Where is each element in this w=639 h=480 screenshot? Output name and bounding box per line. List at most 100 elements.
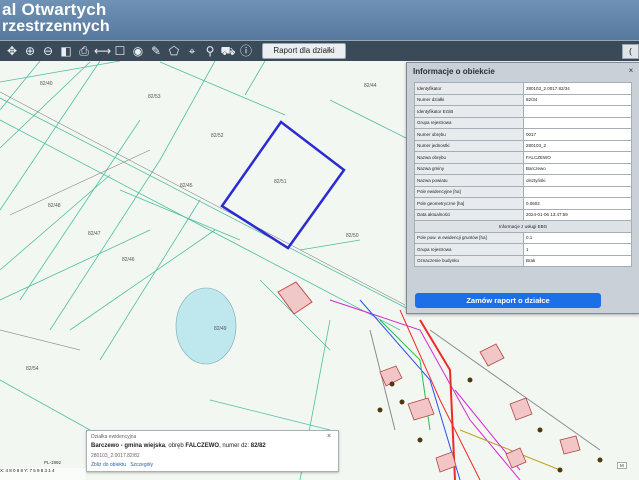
parcel-popup: Działka ewidencyjna × Barczewo - gmina w… bbox=[86, 430, 339, 472]
row-value bbox=[523, 116, 632, 129]
popup-gmina: Barczewo - gmina wiejska bbox=[91, 443, 166, 449]
table-row: Grupa rejestrowa bbox=[414, 116, 632, 129]
row-value: 0.1 bbox=[523, 231, 632, 244]
popup-links: Zbliż do obiektu Szczegóły bbox=[91, 462, 153, 468]
row-key: Pole ewidencyjne [ha] bbox=[414, 185, 524, 198]
parcel-label: 82/48 bbox=[48, 203, 61, 209]
parcel-label: 82/52 bbox=[211, 133, 224, 139]
popup-title: Działka ewidencyjna bbox=[91, 434, 137, 440]
select-icon[interactable]: ☐ bbox=[112, 43, 128, 59]
camera-icon[interactable]: ◉ bbox=[130, 43, 146, 59]
parcel-label: 82/45 bbox=[180, 183, 193, 189]
row-key: Identyfikator bbox=[414, 82, 524, 95]
header-title-line2: rzestrzennych bbox=[2, 18, 110, 35]
layers-icon[interactable]: ◧ bbox=[58, 43, 74, 59]
panel-title: Informacje o obiekcie bbox=[413, 67, 495, 76]
link-details[interactable]: Szczegóły bbox=[130, 462, 153, 468]
popup-obreb: FALCZEWO bbox=[185, 443, 220, 449]
table-row: Nazwa gminy Barczewo bbox=[414, 162, 632, 175]
row-value: 82/34 bbox=[523, 93, 632, 106]
zoom-in-icon[interactable]: ⊕ bbox=[22, 43, 38, 59]
row-value: 2024-01-06 13:47:59 bbox=[523, 208, 632, 221]
target-icon[interactable]: ⌖ bbox=[184, 43, 200, 59]
row-value: FALCZEWO bbox=[523, 151, 632, 164]
corner-button[interactable]: ( bbox=[622, 44, 639, 59]
row-key: Numer obrębu bbox=[414, 128, 524, 141]
row-key: Nazwa obrębu bbox=[414, 151, 524, 164]
map-corner-button[interactable]: M bbox=[617, 462, 627, 469]
row-key: Numer jednostki bbox=[414, 139, 524, 152]
row-key: Nazwa gminy bbox=[414, 162, 524, 175]
zoom-out-icon[interactable]: ⊖ bbox=[40, 43, 56, 59]
section-title: Informacje z usługi EBG bbox=[414, 220, 632, 233]
table-row: Numer obrębu 0017 bbox=[414, 128, 632, 141]
coords-readout: X: 4 8 0 8 8 Y: 7 5 9 8 3 1 4 bbox=[0, 468, 86, 480]
row-value: 0.0602 bbox=[523, 197, 632, 210]
scale-label: PL-1992 bbox=[44, 460, 62, 465]
order-report-button[interactable]: Zamów raport o działce bbox=[415, 293, 601, 308]
row-key: Numer działki bbox=[414, 93, 524, 106]
row-value bbox=[523, 185, 632, 198]
row-key: Grupa rejestrowa bbox=[414, 243, 524, 256]
parcel-label: 82/53 bbox=[148, 94, 161, 100]
table-section-row: Informacje z usługi EBG bbox=[414, 220, 632, 233]
parcel-label: 82/40 bbox=[40, 81, 53, 87]
table-row: Identyfikator EGiB bbox=[414, 105, 632, 118]
row-value: Barczewo bbox=[523, 162, 632, 175]
row-key: Pole pow. w ewidencji gruntów [ha] bbox=[414, 231, 524, 244]
header-title-line1: al Otwartych bbox=[2, 0, 107, 19]
row-key: Identyfikator EGiB bbox=[414, 105, 524, 118]
table-row: Pole pow. w ewidencji gruntów [ha] 0.1 bbox=[414, 231, 632, 244]
row-value: Brak bbox=[523, 254, 632, 267]
search-icon[interactable]: ⚲ bbox=[202, 43, 218, 59]
parcel-label: 82/44 bbox=[364, 83, 377, 89]
table-row: Pole geometryczne [ha] 0.0602 bbox=[414, 197, 632, 210]
draw-icon[interactable]: ✎ bbox=[148, 43, 164, 59]
pan-icon[interactable]: ✥ bbox=[4, 43, 20, 59]
popup-id: 280103_2.0017.82/82 bbox=[91, 453, 140, 459]
table-row: Nazwa obrębu FALCZEWO bbox=[414, 151, 632, 164]
row-value: olsztyński bbox=[523, 174, 632, 187]
close-icon[interactable]: × bbox=[626, 66, 636, 76]
table-row: Data aktualności 2024-01-06 13:47:59 bbox=[414, 208, 632, 221]
row-key: Oznaczenie budynku bbox=[414, 254, 524, 267]
parcel-label: 82/54 bbox=[26, 366, 39, 372]
measure-icon[interactable]: ⟷ bbox=[94, 43, 111, 59]
map-toolbar: ✥ ⊕ ⊖ ◧ ⎙ ⟷ ☐ ◉ ✎ ⬠ ⌖ ⚲ ⛟ ⓘ Raport dla d… bbox=[0, 40, 639, 61]
row-key: Grupa rejestrowa bbox=[414, 116, 524, 129]
parcel-label: 82/51 bbox=[274, 179, 287, 185]
parcel-label: 82/47 bbox=[88, 231, 101, 237]
table-row: Numer działki 82/34 bbox=[414, 93, 632, 106]
parcel-label: 82/46 bbox=[122, 257, 135, 263]
link-zoom[interactable]: Zbliż do obiektu bbox=[91, 462, 126, 468]
parcel-label: 82/50 bbox=[346, 233, 359, 239]
cart-icon[interactable]: ⛟ bbox=[220, 43, 236, 59]
row-key: Pole geometryczne [ha] bbox=[414, 197, 524, 210]
table-row: Grupa rejestrowa 1 bbox=[414, 243, 632, 256]
table-row: Identyfikator 280103_2.0017.82/34 bbox=[414, 82, 632, 95]
selected-parcel bbox=[220, 120, 346, 250]
row-value: 0017 bbox=[523, 128, 632, 141]
popup-text: , obręb bbox=[165, 443, 186, 449]
report-button[interactable]: Raport dla działki bbox=[262, 43, 346, 59]
close-icon[interactable]: × bbox=[327, 433, 331, 440]
row-value: 280103_2.0017.82/34 bbox=[523, 82, 632, 95]
row-value: 1 bbox=[523, 243, 632, 256]
table-row: Numer jednostki 280103_2 bbox=[414, 139, 632, 152]
row-value bbox=[523, 105, 632, 118]
table-row: Pole ewidencyjne [ha] bbox=[414, 185, 632, 198]
row-key: Data aktualności bbox=[414, 208, 524, 221]
object-info-panel: Informacje o obiekcie × Identyfikator 280… bbox=[406, 62, 639, 314]
popup-text: , numer dz: bbox=[219, 443, 251, 449]
app-header: al Otwartych rzestrzennych bbox=[0, 0, 639, 40]
table-row: Oznaczenie budynku Brak bbox=[414, 254, 632, 267]
info-icon[interactable]: ⓘ bbox=[238, 43, 254, 59]
popup-parcel: 82/82 bbox=[250, 443, 266, 449]
polygon-icon[interactable]: ⬠ bbox=[166, 43, 182, 59]
popup-description: Barczewo - gmina wiejska, obręb FALCZEWO… bbox=[91, 443, 266, 449]
parcel-label: 82/49 bbox=[214, 326, 227, 332]
row-key: Nazwa powiatu bbox=[414, 174, 524, 187]
print-icon[interactable]: ⎙ bbox=[76, 43, 92, 59]
table-row: Nazwa powiatu olsztyński bbox=[414, 174, 632, 187]
row-value: 280103_2 bbox=[523, 139, 632, 152]
